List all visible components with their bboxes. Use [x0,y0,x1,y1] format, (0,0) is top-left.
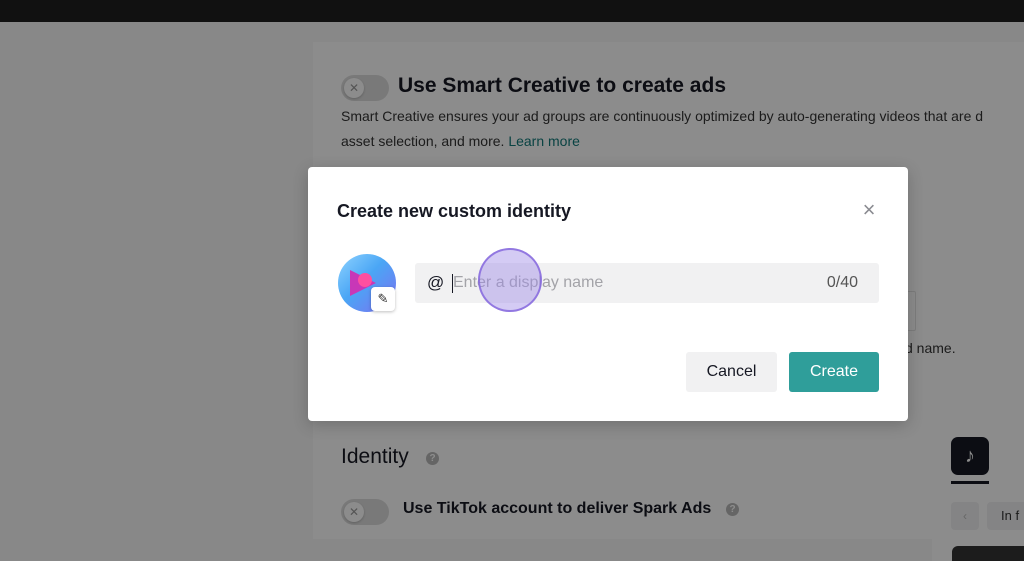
pencil-icon[interactable]: ✎ [371,287,395,311]
cursor-click-indicator [478,248,542,312]
create-button[interactable]: Create [789,352,879,392]
close-icon[interactable]: × [858,199,880,222]
cancel-button[interactable]: Cancel [686,352,777,392]
top-bar [0,0,1024,22]
avatar-accent-shape [358,273,372,287]
create-identity-dialog: Create new custom identity × ✎ @ 0/40 Ca… [308,167,908,421]
character-counter: 0/40 [826,274,858,291]
dialog-title: Create new custom identity [337,201,572,221]
at-prefix: @ [427,273,445,292]
